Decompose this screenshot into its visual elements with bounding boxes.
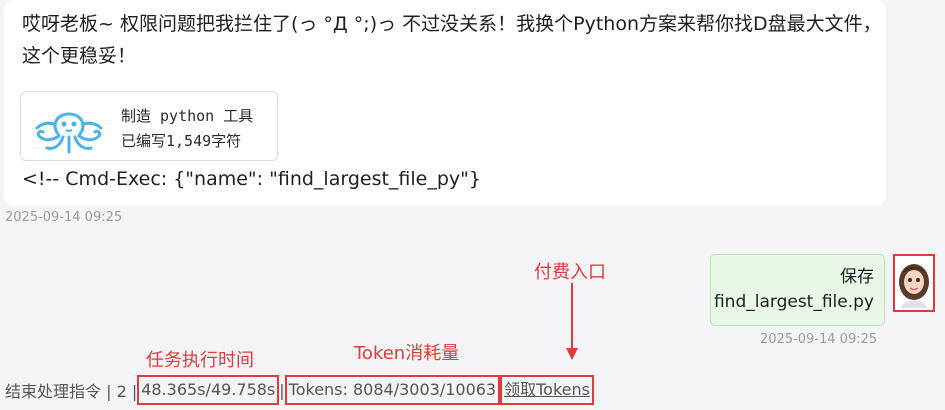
user-message-line2: find_largest_file.py [713, 292, 874, 312]
assistant-timestamp: 2025-09-14 09:25 [5, 210, 123, 225]
get-tokens-link[interactable]: 领取Tokens [504, 380, 590, 399]
annotation-task-time: 任务执行时间 [146, 350, 254, 371]
avatar-icon [899, 264, 929, 308]
command-line: <!-- Cmd-Exec: {"name": "find_largest_fi… [22, 168, 481, 190]
assistant-message-bubble: 哎呀老板~ 权限问题把我拦住了(っ °Д °;)っ 不过没关系！我换个Pytho… [4, 0, 886, 206]
tool-card[interactable]: 制造 python 工具 已编写1,549字符 [20, 91, 278, 161]
status-bar: 结束处理指令 | 2 | 48.365s/49.758s | Tokens: 8… [5, 375, 594, 405]
user-message-line1: 保存 [840, 267, 874, 287]
annotation-payment: 付费入口 [534, 262, 606, 283]
status-prefix: 结束处理指令 | 2 | [5, 382, 138, 401]
user-timestamp: 2025-09-14 09:25 [760, 332, 878, 347]
user-message-bubble: 保存 find_largest_file.py [710, 254, 885, 326]
tool-card-title: 制造 python 工具 [121, 107, 254, 125]
assistant-message-text: 哎呀老板~ 权限问题把我拦住了(っ °Д °;)っ 不过没关系！我换个Pytho… [22, 13, 882, 67]
annotation-arrow-head [566, 348, 578, 360]
chat-view: 哎呀老板~ 权限问题把我拦住了(っ °Д °;)っ 不过没关系！我换个Pytho… [0, 0, 945, 410]
status-token-usage: Tokens: 8084/3003/10063 [284, 375, 501, 405]
user-avatar[interactable] [893, 254, 935, 312]
octopus-icon [35, 112, 103, 154]
status-execution-time: 48.365s/49.758s [137, 375, 280, 405]
annotation-token-usage: Token消耗量 [354, 343, 460, 364]
tool-card-subtitle: 已编写1,549字符 [121, 132, 242, 150]
annotation-arrow [571, 283, 573, 349]
